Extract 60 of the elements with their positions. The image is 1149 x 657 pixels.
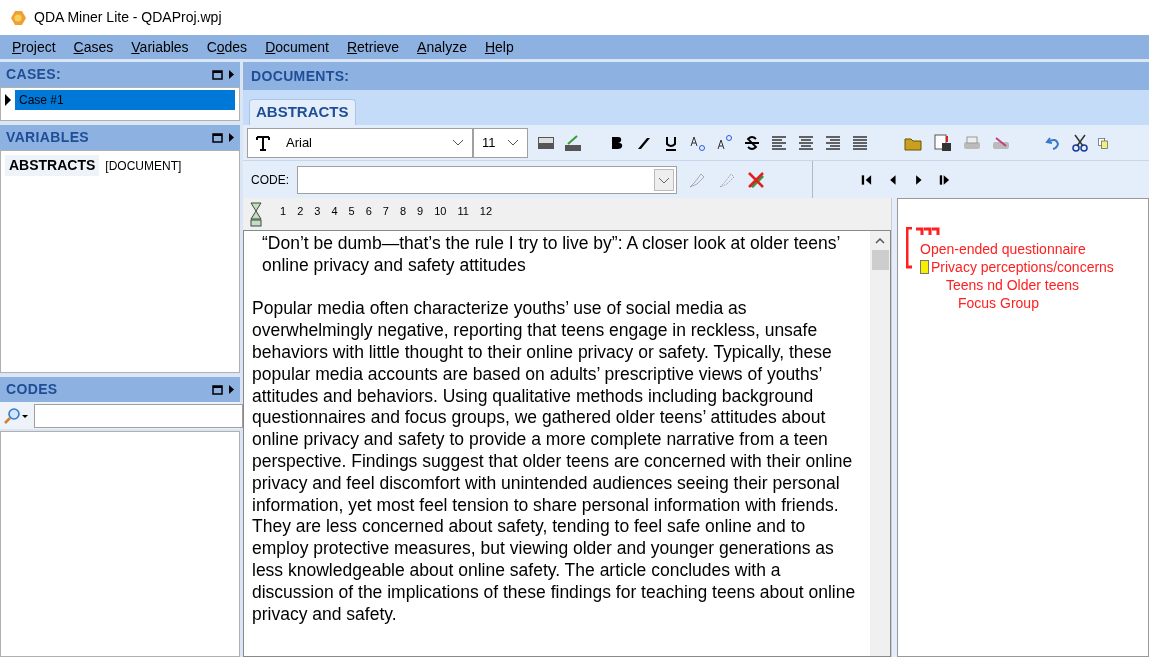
menu-item[interactable]: Project [12, 36, 56, 58]
variable-name: ABSTRACTS [5, 155, 100, 176]
font-select[interactable]: Arial [247, 127, 473, 158]
document-title: “Don’t be dumb—that’s the rule I try to live by”: A closer look at older teens’ online privacy and safety attitudes [261, 233, 841, 277]
scrollbar[interactable] [870, 231, 890, 656]
ruler-number: 12 [479, 206, 493, 217]
ruler-number: 11 [457, 206, 469, 217]
arrow-right-icon[interactable] [229, 133, 234, 142]
window-title: QDA Miner Lite - QDAProj.wpj [34, 8, 222, 27]
document-body: Popular media often characterize youths’ use of social media as overwhelmingly negative, reporting that teens engage in reckless, unsafe behaviors with little thought to their online privacy or safety. Typically, these popular media accounts are based on adults’ prescriptive views of youths’ attitudes and behaviors. Using qualitative methods including background questionnaires and focus groups, we gathered older teens’ attitudes about online privacy and safety to provide a more complete narrative from a teen perspective. Findings suggest that older teens are concerned with their online privacy and feel discomfort with unintended audiences seeing their personal information, yet most feel tension to share personal information with friends. They are less concerned about safety, tending to feel safe online and to employ protective measures, but viewing older and younger generations as less knowledgeable about online safety. The article concludes with a discussion of the implications of these findings for teaching teens about online privacy and safety. [252, 298, 857, 626]
ruler-number: 3 [314, 206, 321, 217]
coding-label[interactable]: Privacy perceptions/concerns [931, 258, 1114, 276]
memo-icon[interactable] [920, 260, 929, 274]
menu-item[interactable]: Variables [131, 36, 189, 58]
coding-label[interactable]: Focus Group [958, 294, 1039, 312]
menu-item[interactable]: Document [265, 36, 329, 58]
ruler-number: 4 [331, 206, 338, 217]
code-select[interactable] [297, 165, 677, 194]
code-label: CODE: [251, 171, 289, 189]
scroll-thumb[interactable] [871, 250, 889, 270]
cases-title: CASES: [6, 65, 62, 84]
menu-item[interactable]: Help [484, 36, 514, 58]
menu-item[interactable]: Analyze [417, 36, 467, 58]
ruler-number: 10 [434, 206, 447, 217]
scissors-icon[interactable] [1071, 133, 1089, 152]
dropdown-button-icon[interactable] [654, 168, 674, 191]
ruler-number: 1 [280, 206, 287, 217]
scroll-up-icon[interactable] [875, 237, 885, 244]
code-search-field[interactable] [34, 403, 243, 428]
ruler-number: 5 [348, 206, 355, 217]
align-right-icon[interactable] [824, 133, 842, 152]
arrow-right-icon[interactable] [229, 70, 234, 79]
document-tab[interactable]: ABSTRACTS [249, 99, 356, 125]
menu-item[interactable]: Codes [206, 36, 248, 58]
align-left-icon[interactable] [770, 133, 788, 152]
ruler-number: 8 [399, 206, 406, 217]
arrow-right-icon[interactable] [229, 385, 234, 394]
chevron-down-icon[interactable] [452, 138, 464, 147]
ruler-number: 6 [365, 206, 372, 217]
ruler-number: 7 [382, 206, 389, 217]
menu-item[interactable]: Cases [73, 36, 114, 58]
case-item[interactable]: Case #1 [15, 90, 235, 110]
ruler-number: 2 [297, 206, 304, 217]
app-logo-icon [8, 8, 28, 27]
coding-label[interactable]: Open-ended questionnaire [920, 240, 1086, 258]
row-pointer-icon [5, 94, 11, 106]
strikethrough-icon[interactable] [743, 133, 761, 152]
align-center-icon[interactable] [797, 133, 815, 152]
menu-item[interactable]: Retrieve [346, 36, 400, 58]
size-select[interactable]: 11 [473, 127, 528, 158]
chevron-down-icon[interactable] [507, 138, 519, 147]
coding-label[interactable]: Teens nd Older teens [946, 276, 1080, 294]
font-icon [256, 134, 270, 151]
ruler-number: 9 [417, 206, 424, 217]
documents-title: DOCUMENTS: [251, 66, 350, 86]
codes-title: CODES [6, 380, 59, 399]
remove-code-icon[interactable] [745, 170, 767, 189]
variables-title: VARIABLES [6, 128, 90, 147]
variable-type: [DOCUMENT] [105, 158, 182, 175]
justify-icon[interactable] [851, 133, 869, 152]
